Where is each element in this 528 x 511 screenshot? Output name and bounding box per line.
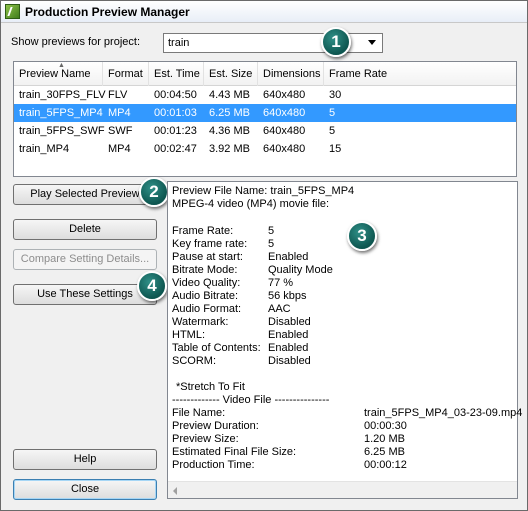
setting-label: Audio Format:: [172, 303, 242, 315]
cell-frame-rate: 15: [329, 143, 342, 155]
setting-value: Quality Mode: [268, 264, 333, 276]
video-file-label: Preview Size:: [172, 433, 239, 445]
cell-format: MP4: [108, 143, 131, 155]
chevron-down-icon[interactable]: [365, 37, 379, 49]
stretch-note: *Stretch To Fit: [176, 381, 245, 393]
cell-dimensions: 640x480: [263, 143, 306, 155]
setting-label: Table of Contents:: [172, 342, 261, 354]
table-row[interactable]: train_5FPS_SWF SWF 00:01:23 4.36 MB 640x…: [14, 122, 516, 140]
video-file-value: 6.25 MB: [364, 446, 405, 458]
video-file-value: 1.20 MB: [364, 433, 405, 445]
setting-value: Enabled: [268, 329, 309, 341]
project-label: Show previews for project:: [11, 36, 140, 48]
table-row[interactable]: train_30FPS_FLV FLV 00:04:50 4.43 MB 640…: [14, 86, 516, 104]
setting-label: Frame Rate:: [172, 225, 234, 237]
video-file-value: 00:00:30: [364, 420, 407, 432]
cell-dimensions: 640x480: [263, 107, 306, 119]
list-header: ▲ Preview Name Format Est. Time Est. Siz…: [14, 62, 516, 86]
cell-format: FLV: [108, 89, 128, 101]
column-header-est-time[interactable]: Est. Time: [149, 62, 204, 86]
setting-value: Disabled: [268, 316, 311, 328]
cell-format: SWF: [108, 125, 133, 137]
cell-est-time: 00:01:23: [154, 125, 197, 137]
horizontal-scrollbar[interactable]: [168, 481, 517, 498]
compare-setting-details-button[interactable]: Compare Setting Details...: [13, 249, 157, 270]
setting-value: 5: [268, 225, 275, 237]
setting-label: Video Quality:: [172, 277, 241, 289]
setting-label: SCORM:: [172, 355, 216, 367]
video-file-header: ------------- Video File ---------------: [172, 394, 330, 406]
setting-label: Pause at start:: [172, 251, 243, 263]
video-file-label: File Name:: [172, 407, 226, 419]
production-preview-manager-window: Production Preview Manager Show previews…: [0, 0, 528, 511]
cell-frame-rate: 30: [329, 89, 342, 101]
video-file-value: train_5FPS_MP4_03-23-09.mp4: [364, 407, 523, 419]
preview-file-type: MPEG-4 video (MP4) movie file:: [172, 198, 330, 210]
cell-est-size: 3.92 MB: [209, 143, 250, 155]
cell-preview-name: train_MP4: [19, 143, 70, 155]
setting-value: Enabled: [268, 342, 309, 354]
setting-label: HTML:: [172, 329, 205, 341]
previews-list[interactable]: ▲ Preview Name Format Est. Time Est. Siz…: [13, 61, 517, 177]
app-icon: [5, 4, 20, 19]
cell-est-size: 4.43 MB: [209, 89, 250, 101]
video-file-label: Preview Duration:: [172, 420, 259, 432]
use-these-settings-button[interactable]: Use These Settings: [13, 284, 157, 305]
setting-label: Watermark:: [172, 316, 229, 328]
column-header-dimensions[interactable]: Dimensions: [258, 62, 324, 86]
cell-frame-rate: 5: [329, 125, 336, 137]
video-file-label: Production Time:: [172, 459, 255, 471]
setting-value: 5: [268, 238, 275, 250]
setting-value: 77 %: [268, 277, 294, 289]
table-row[interactable]: train_MP4 MP4 00:02:47 3.92 MB 640x480 1…: [14, 140, 516, 158]
table-row-selected[interactable]: train_5FPS_MP4 MP4 00:01:03 6.25 MB 640x…: [14, 104, 516, 122]
cell-est-size: 6.25 MB: [209, 107, 250, 119]
setting-label: Audio Bitrate:: [172, 290, 239, 302]
callout-badge-1: 1: [321, 27, 351, 57]
cell-est-time: 00:01:03: [154, 107, 197, 119]
cell-format: MP4: [108, 107, 131, 119]
callout-badge-2: 2: [139, 177, 169, 207]
cell-preview-name: train_5FPS_SWF: [19, 125, 105, 137]
setting-value: Enabled: [268, 251, 309, 263]
title-bar[interactable]: Production Preview Manager: [1, 1, 527, 23]
video-file-label: Estimated Final File Size:: [172, 446, 297, 458]
preview-file-name: Preview File Name: train_5FPS_MP4: [172, 185, 355, 197]
setting-label: Key frame rate:: [172, 238, 248, 250]
cell-preview-name: train_30FPS_FLV: [19, 89, 106, 101]
setting-value: Disabled: [268, 355, 311, 367]
close-button[interactable]: Close: [13, 479, 157, 500]
cell-dimensions: 640x480: [263, 125, 306, 137]
column-header-frame-rate[interactable]: Frame Rate: [324, 62, 516, 86]
cell-frame-rate: 5: [329, 107, 336, 119]
scroll-left-icon[interactable]: [173, 487, 177, 495]
column-header-format[interactable]: Format: [103, 62, 149, 86]
column-header-preview-name[interactable]: Preview Name: [14, 62, 103, 86]
cell-dimensions: 640x480: [263, 89, 306, 101]
column-header-est-size[interactable]: Est. Size: [204, 62, 258, 86]
cell-est-size: 4.36 MB: [209, 125, 250, 137]
window-title: Production Preview Manager: [25, 5, 190, 19]
help-button[interactable]: Help: [13, 449, 157, 470]
project-select-value: train: [168, 37, 190, 49]
setting-value: AAC: [268, 303, 291, 315]
video-file-value: 00:00:12: [364, 459, 407, 471]
delete-button[interactable]: Delete: [13, 219, 157, 240]
cell-est-time: 00:04:50: [154, 89, 197, 101]
callout-badge-4: 4: [137, 271, 167, 301]
setting-label: Bitrate Mode:: [172, 264, 238, 276]
setting-value: 56 kbps: [268, 290, 307, 302]
callout-badge-3: 3: [347, 221, 377, 251]
preview-details-panel: Preview File Name: train_5FPS_MP4 MPEG-4…: [167, 181, 522, 499]
cell-est-time: 00:02:47: [154, 143, 197, 155]
cell-preview-name: train_5FPS_MP4: [19, 107, 103, 119]
play-selected-preview-button[interactable]: Play Selected Preview: [13, 184, 157, 205]
